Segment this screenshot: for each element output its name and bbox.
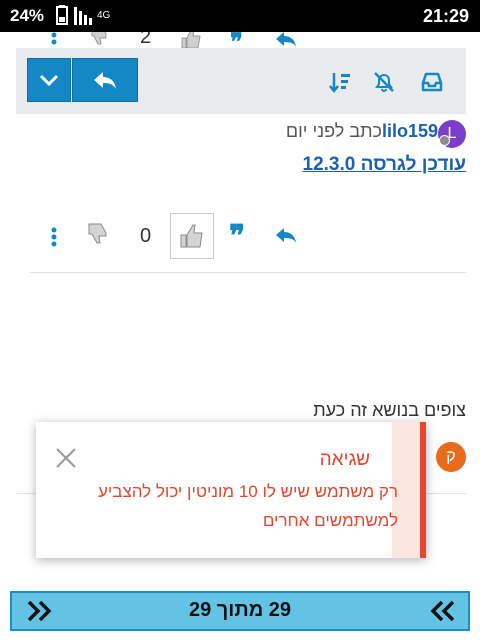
close-icon[interactable] [54, 446, 78, 470]
watching-label: צופים בנושא זה כעת [313, 400, 466, 420]
battery-icon [56, 5, 68, 25]
quote-icon[interactable]: ❞ [230, 32, 243, 48]
vote-count: 0 [140, 225, 152, 247]
status-bar: 24% 4G 21:29 [0, 0, 480, 32]
more-icon[interactable] [50, 226, 58, 248]
reply-icon[interactable] [274, 32, 298, 48]
toast-title: שגיאה [319, 449, 370, 470]
status-dot [439, 135, 450, 146]
inbox-icon[interactable] [420, 70, 444, 94]
thumbs-down-icon[interactable] [86, 220, 112, 246]
mute-bell-icon[interactable] [372, 70, 396, 94]
pagination-bar: 29 מתוך 29 [10, 591, 470, 631]
post-content-link[interactable]: עודכן לגרסה 12.3.0 [303, 154, 467, 176]
network-type: 4G [97, 10, 111, 21]
upvote-button[interactable] [170, 213, 214, 259]
thumbs-up-icon[interactable] [178, 32, 204, 48]
signal-icon [74, 7, 92, 25]
previous-page-icon[interactable] [428, 599, 456, 623]
post-meta: כתב לפני יום [285, 121, 382, 141]
previous-post-actions: 2 ❞ [0, 32, 480, 48]
quote-icon[interactable]: ❞ [229, 219, 245, 254]
author-name[interactable]: lilo159 [382, 121, 438, 141]
clock: 21:29 [422, 6, 469, 26]
page-indicator[interactable]: 29 מתוך 29 [12, 599, 468, 622]
sort-icon[interactable] [328, 70, 352, 94]
dropdown-button[interactable] [27, 58, 71, 102]
more-icon[interactable] [50, 32, 58, 46]
thumbs-up-icon [180, 224, 203, 248]
error-toast[interactable]: שגיאה רק משתמש שיש לו 10 מוניטין יכול לה… [36, 422, 426, 558]
post-author-line: lilo159כתב לפני יום [286, 121, 438, 142]
topic-toolbar [16, 48, 466, 114]
toast-message: רק משתמש שיש לו 10 מוניטין יכול להצביע ל… [97, 482, 398, 530]
avatar[interactable]: ק [436, 442, 466, 472]
reply-icon[interactable] [274, 226, 298, 246]
battery-percent: 24% [10, 6, 45, 25]
toast-error-border [420, 422, 426, 558]
thumbs-down-icon[interactable] [88, 32, 112, 46]
chevron-down-icon [39, 74, 59, 86]
divider [30, 272, 466, 273]
reply-icon [94, 72, 116, 89]
vote-count: 2 [140, 32, 152, 48]
reply-button[interactable] [72, 58, 138, 102]
